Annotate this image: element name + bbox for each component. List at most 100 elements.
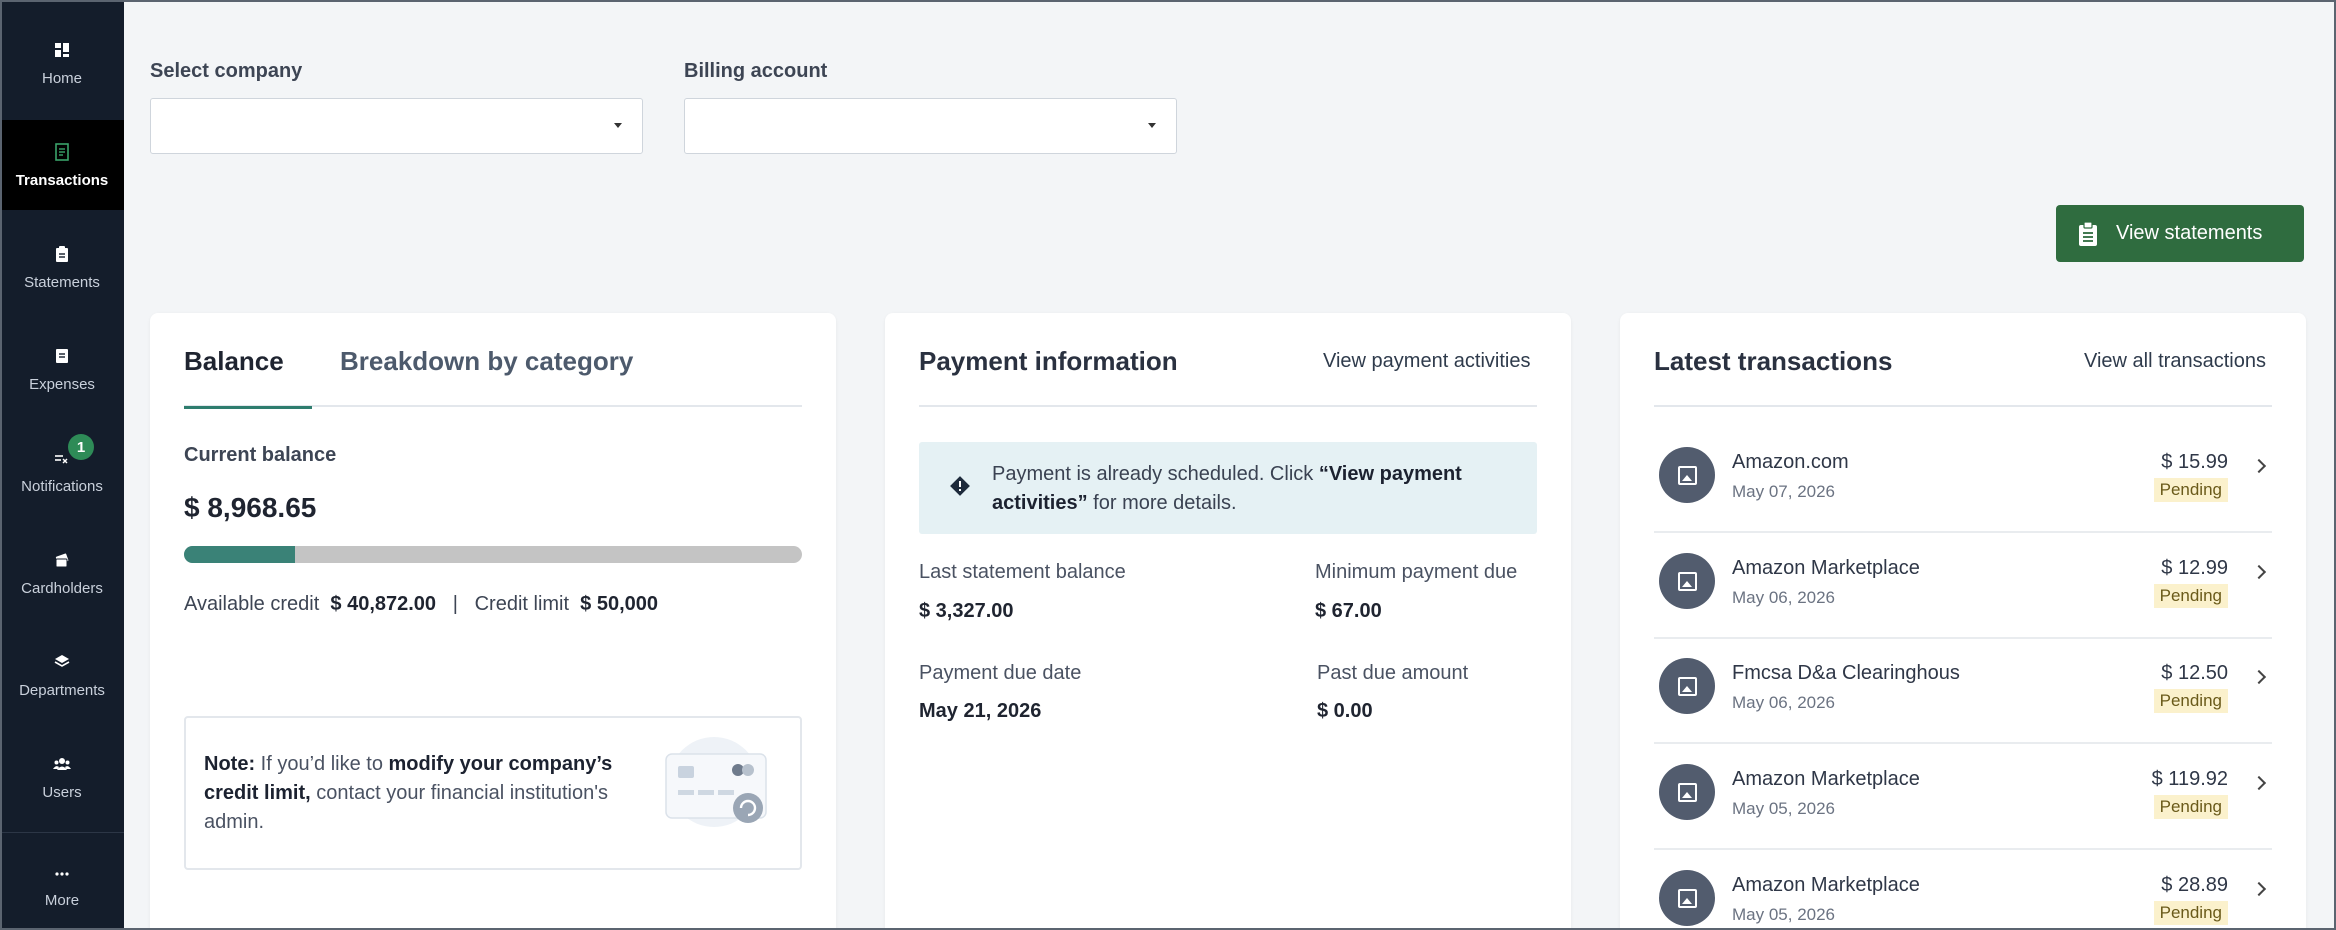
transaction-row[interactable]: Amazon.com May 07, 2026 $ 15.99 Pending (1654, 427, 2272, 533)
transaction-date: May 06, 2026 (1732, 588, 1836, 607)
chevron-down-icon (614, 123, 622, 128)
transaction-amount: $ 12.99 (2161, 557, 2228, 579)
transaction-amount: $ 12.50 (2161, 662, 2228, 684)
company-select-label: Select company (150, 60, 303, 82)
sidebar-item-transactions[interactable]: Transactions (0, 120, 124, 210)
last-statement-label: Last statement balance (919, 561, 1126, 583)
chevron-down-icon (1148, 123, 1156, 128)
current-balance-value: $ 8,968.65 (184, 492, 317, 523)
receipt-icon (55, 142, 69, 161)
credit-usage-bar (184, 546, 802, 563)
view-payment-activities-link[interactable]: View payment activities (1323, 350, 1531, 373)
chevron-right-icon (2251, 669, 2267, 685)
tab-breakdown-by-category[interactable]: Breakdown by category (340, 346, 633, 377)
credit-card-illustration (665, 737, 767, 827)
clipboard-icon (2079, 220, 2097, 246)
tab-balance[interactable]: Balance (184, 346, 284, 377)
sidebar-item-label: Cardholders (21, 579, 103, 597)
transaction-merchant: Amazon Marketplace (1732, 557, 1920, 579)
transaction-row[interactable]: Amazon Marketplace May 06, 2026 $ 12.99 … (1654, 533, 2272, 639)
billing-account-label: Billing account (684, 60, 828, 82)
company-select[interactable] (150, 98, 643, 154)
view-statements-label: View statements (2116, 222, 2263, 244)
billing-account-select[interactable] (684, 98, 1177, 154)
available-credit-label: Available credit (184, 593, 320, 615)
sidebar-item-home[interactable]: Home (0, 18, 124, 108)
view-all-transactions-link[interactable]: View all transactions (2084, 350, 2266, 373)
payment-card-title: Payment information (919, 346, 1178, 376)
sidebar-divider (0, 832, 124, 833)
alert-suffix: for more details. (1087, 492, 1237, 514)
image-placeholder-icon (1659, 764, 1715, 820)
info-diamond-icon (950, 476, 970, 496)
sidebar-item-label: Departments (19, 681, 105, 699)
sidebar-item-users[interactable]: Users (0, 732, 124, 822)
transaction-amount: $ 15.99 (2161, 451, 2228, 473)
image-placeholder-icon (1659, 553, 1715, 609)
payment-scheduled-alert: Payment is already scheduled. Click “Vie… (919, 442, 1537, 534)
transaction-date: May 07, 2026 (1732, 482, 1836, 501)
alert-text: Payment is already scheduled. Click “Vie… (992, 460, 1492, 518)
transaction-merchant: Amazon Marketplace (1732, 768, 1920, 790)
credit-limit-value: $ 50,000 (580, 593, 659, 615)
sidebar-item-label: Home (41, 69, 82, 87)
transaction-merchant: Fmcsa D&a Clearinghous (1732, 662, 1960, 684)
clipboard-icon (56, 245, 68, 262)
alert-prefix: Payment is already scheduled. Click (992, 463, 1319, 485)
users-icon (53, 757, 71, 770)
transaction-merchant: Amazon Marketplace (1732, 874, 1920, 896)
sidebar-item-more[interactable]: More (0, 840, 124, 930)
notification-count-badge: 1 (68, 434, 94, 460)
status-badge: Pending (2153, 795, 2228, 819)
credit-separator: | (452, 593, 458, 615)
active-tab-indicator (184, 406, 312, 409)
sidebar-item-label: Users (42, 783, 82, 801)
transactions-card-title: Latest transactions (1654, 346, 1893, 376)
past-due-value: $ 0.00 (1317, 700, 1373, 722)
credit-limit-note: Note: If you’d like to modify your compa… (184, 716, 802, 870)
status-badge: Pending (2153, 689, 2228, 713)
past-due-label: Past due amount (1317, 662, 1469, 684)
sidebar-item-label: Transactions (15, 171, 109, 189)
status-badge: Pending (2153, 478, 2228, 502)
cards-icon (55, 553, 69, 567)
payment-due-date-label: Payment due date (919, 662, 1082, 684)
transaction-row[interactable]: Fmcsa D&a Clearinghous May 06, 2026 $ 12… (1654, 638, 2272, 744)
transaction-date: May 05, 2026 (1732, 799, 1836, 818)
sidebar-item-label: Statements (24, 273, 100, 291)
note-intro: If you’d like to (255, 753, 389, 775)
sidebar-item-notifications[interactable]: Notifications (0, 426, 124, 516)
image-placeholder-icon (1659, 658, 1715, 714)
sidebar-item-cardholders[interactable]: Cardholders (0, 528, 124, 618)
more-icon (55, 871, 69, 876)
sidebar-item-label: Notifications (21, 477, 103, 495)
minimum-payment-label: Minimum payment due (1315, 561, 1518, 583)
current-balance-label: Current balance (184, 444, 337, 466)
sidebar: Home Transactions Statements Expenses No… (0, 0, 124, 930)
credit-usage-fill (184, 546, 296, 563)
image-placeholder-icon (1659, 870, 1715, 926)
minimum-payment-value: $ 67.00 (1315, 600, 1382, 622)
credit-summary: Available credit $ 40,872.00 | Credit li… (184, 593, 658, 616)
note-text: Note: If you’d like to modify your compa… (204, 750, 644, 837)
sidebar-item-departments[interactable]: Departments (0, 630, 124, 720)
view-statements-button[interactable]: View statements (2056, 205, 2304, 262)
sidebar-item-statements[interactable]: Statements (0, 222, 124, 312)
transaction-merchant: Amazon.com (1732, 451, 1849, 473)
transaction-date: May 05, 2026 (1732, 905, 1836, 924)
chevron-right-icon (2251, 881, 2267, 897)
transaction-row[interactable]: Amazon Marketplace May 05, 2026 $ 28.89 … (1654, 850, 2272, 930)
sidebar-item-label: More (44, 891, 80, 909)
transaction-amount: $ 119.92 (2151, 768, 2228, 790)
credit-limit-label: Credit limit (474, 593, 570, 615)
transaction-row[interactable]: Amazon Marketplace May 05, 2026 $ 119.92… (1654, 744, 2272, 850)
note-prefix: Note: (204, 753, 256, 775)
sidebar-item-label: Expenses (29, 375, 95, 393)
image-placeholder-icon (1659, 447, 1715, 503)
status-badge: Pending (2153, 901, 2228, 925)
sidebar-item-expenses[interactable]: Expenses (0, 324, 124, 414)
layers-icon (54, 654, 70, 667)
chevron-right-icon (2251, 564, 2267, 580)
document-icon (56, 348, 68, 363)
available-credit-value: $ 40,872.00 (330, 593, 437, 615)
